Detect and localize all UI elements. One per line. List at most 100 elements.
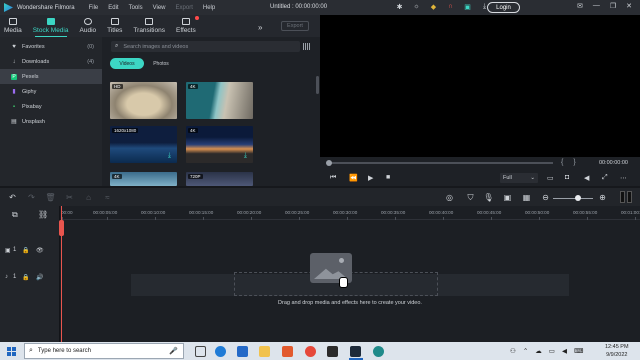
- fullscreen-icon[interactable]: ⤢: [602, 174, 608, 182]
- tab-audio[interactable]: Audio: [80, 15, 96, 37]
- ime-icon[interactable]: ⌨: [574, 347, 583, 355]
- menu-help[interactable]: Help: [203, 5, 215, 11]
- file-explorer-icon[interactable]: [259, 346, 270, 357]
- menu-view[interactable]: View: [153, 5, 166, 11]
- link-icon[interactable]: ⛓: [38, 210, 48, 219]
- layout-toggle-icon[interactable]: [620, 191, 625, 203]
- menu-edit[interactable]: Edit: [108, 5, 118, 11]
- volume-icon[interactable]: ◀: [562, 347, 567, 355]
- network-icon[interactable]: ▭: [549, 347, 555, 355]
- delete-icon[interactable]: 🗑: [45, 193, 55, 202]
- segment-videos[interactable]: Videos: [110, 58, 144, 69]
- in-out-marker-icon[interactable]: {}: [561, 159, 586, 166]
- snapshot-icon[interactable]: ▣: [503, 193, 512, 202]
- chrome-icon[interactable]: [305, 346, 316, 357]
- camera-icon[interactable]: ◘: [565, 174, 569, 181]
- speaker-icon[interactable]: 🔊: [36, 274, 43, 281]
- headset-icon[interactable]: ∩: [446, 2, 455, 11]
- minimize-icon[interactable]: —: [593, 2, 600, 10]
- zoom-slider[interactable]: [553, 198, 593, 199]
- login-button[interactable]: Login: [487, 2, 520, 13]
- lock-icon[interactable]: 🔒: [22, 274, 29, 281]
- lightbulb-icon[interactable]: ✱: [395, 2, 404, 11]
- chevron-up-icon[interactable]: ⌃: [523, 347, 528, 355]
- redo-icon[interactable]: ↷: [27, 193, 36, 202]
- double-chevron-right-icon[interactable]: »: [258, 23, 262, 32]
- audio-wave-icon[interactable]: ≈: [103, 193, 112, 202]
- quality-select[interactable]: Full ⌄: [500, 173, 538, 183]
- tab-transitions[interactable]: Transitions: [133, 15, 165, 37]
- microphone-icon[interactable]: 🎤: [169, 347, 178, 355]
- media-thumbnail[interactable]: 720P: [186, 172, 253, 186]
- search-input[interactable]: ⌕ Search images and videos: [111, 41, 300, 52]
- sidebar-item-unsplash[interactable]: ▤ Unsplash: [0, 114, 102, 129]
- sidebar-item-giphy[interactable]: ▮ Giphy: [0, 84, 102, 99]
- tab-titles[interactable]: Titles: [107, 15, 122, 37]
- volume-icon[interactable]: ◀: [584, 174, 589, 182]
- maximize-icon[interactable]: ❐: [610, 2, 616, 10]
- tab-media[interactable]: Media: [4, 15, 22, 37]
- lock-icon[interactable]: 🔒: [22, 247, 29, 254]
- preview-progress-slider[interactable]: [326, 160, 553, 166]
- people-icon[interactable]: ⚇: [510, 347, 516, 355]
- zoom-slider-knob[interactable]: [575, 195, 581, 201]
- sidebar-item-pixabay[interactable]: ▪ Pixabay: [0, 99, 102, 114]
- filmora-taskbar-icon[interactable]: [350, 346, 361, 357]
- voiceover-icon[interactable]: 🎙: [483, 193, 493, 202]
- previous-frame-icon[interactable]: ⏮: [330, 174, 336, 182]
- sun-icon[interactable]: ☼: [412, 2, 421, 11]
- playhead-handle[interactable]: [59, 220, 64, 236]
- cut-icon[interactable]: ✂: [65, 193, 74, 202]
- gift-icon[interactable]: ▣: [463, 2, 472, 11]
- mail-icon[interactable]: ✉: [577, 2, 583, 10]
- layout-toggle-icon[interactable]: [627, 191, 632, 203]
- diamond-icon[interactable]: ◆: [429, 2, 438, 11]
- export-button[interactable]: Export: [281, 21, 309, 31]
- media-scrollbar[interactable]: [316, 76, 319, 94]
- zoom-out-icon[interactable]: ⊖: [541, 193, 550, 202]
- time-ruler[interactable]: 00:00 00:00:05:00 00:00:10:00 00:00:15:00 00…: [61, 206, 640, 220]
- app-icon[interactable]: [373, 346, 384, 357]
- menu-tools[interactable]: Tools: [129, 5, 143, 11]
- task-view-icon[interactable]: [195, 346, 206, 357]
- stop-icon[interactable]: ■: [386, 174, 390, 181]
- monitor-icon[interactable]: ▭: [547, 174, 554, 182]
- media-thumbnail[interactable]: 1620x1080 ⤓: [110, 126, 177, 163]
- more-icon[interactable]: ⋯: [620, 174, 627, 182]
- mail-icon[interactable]: [237, 346, 248, 357]
- download-icon[interactable]: ⤓: [244, 152, 247, 160]
- add-track-icon[interactable]: ⧉: [12, 210, 18, 220]
- eye-icon[interactable]: 👁: [36, 247, 44, 254]
- zoom-in-icon[interactable]: ⊕: [598, 193, 607, 202]
- photo-app-icon[interactable]: [327, 346, 338, 357]
- split-screen-icon[interactable]: ▦: [522, 193, 531, 202]
- close-icon[interactable]: ✕: [626, 2, 632, 10]
- shield-icon[interactable]: ⛉: [466, 193, 475, 202]
- tab-effects[interactable]: Effects: [176, 15, 199, 37]
- clock[interactable]: 12:45 PM 9/9/2022: [605, 343, 629, 359]
- step-back-icon[interactable]: ⏪: [349, 174, 358, 182]
- edge-icon[interactable]: [215, 346, 226, 357]
- undo-icon[interactable]: ↶: [8, 193, 17, 202]
- segment-photos[interactable]: Photos: [144, 58, 178, 69]
- media-thumbnail[interactable]: 4K: [186, 82, 253, 119]
- tab-stock-media[interactable]: Stock Media: [33, 15, 69, 37]
- menu-export[interactable]: Export: [176, 5, 193, 11]
- progress-knob[interactable]: [326, 160, 332, 166]
- play-icon[interactable]: ▶: [368, 174, 373, 182]
- sidebar-item-favorites[interactable]: ♥ Favorites (0): [0, 39, 102, 54]
- media-thumbnail[interactable]: HD: [110, 82, 177, 119]
- menu-file[interactable]: File: [89, 5, 99, 11]
- download-icon[interactable]: ⤓: [168, 152, 171, 160]
- taskbar-search-input[interactable]: ⌕ Type here to search 🎤: [24, 343, 184, 359]
- xampp-icon[interactable]: [282, 346, 293, 357]
- media-thumbnail[interactable]: 4K ⤓: [186, 126, 253, 163]
- cloud-icon[interactable]: ☁: [535, 347, 542, 355]
- sidebar-item-pexels[interactable]: P Pexels: [0, 69, 102, 84]
- windows-start-icon[interactable]: [7, 347, 16, 356]
- render-icon[interactable]: ◎: [445, 193, 454, 202]
- tag-icon[interactable]: ⌂: [84, 193, 93, 202]
- media-thumbnail[interactable]: 4K: [110, 172, 177, 186]
- sidebar-item-downloads[interactable]: ↓ Downloads (4): [0, 54, 102, 69]
- grid-view-icon[interactable]: [303, 43, 310, 50]
